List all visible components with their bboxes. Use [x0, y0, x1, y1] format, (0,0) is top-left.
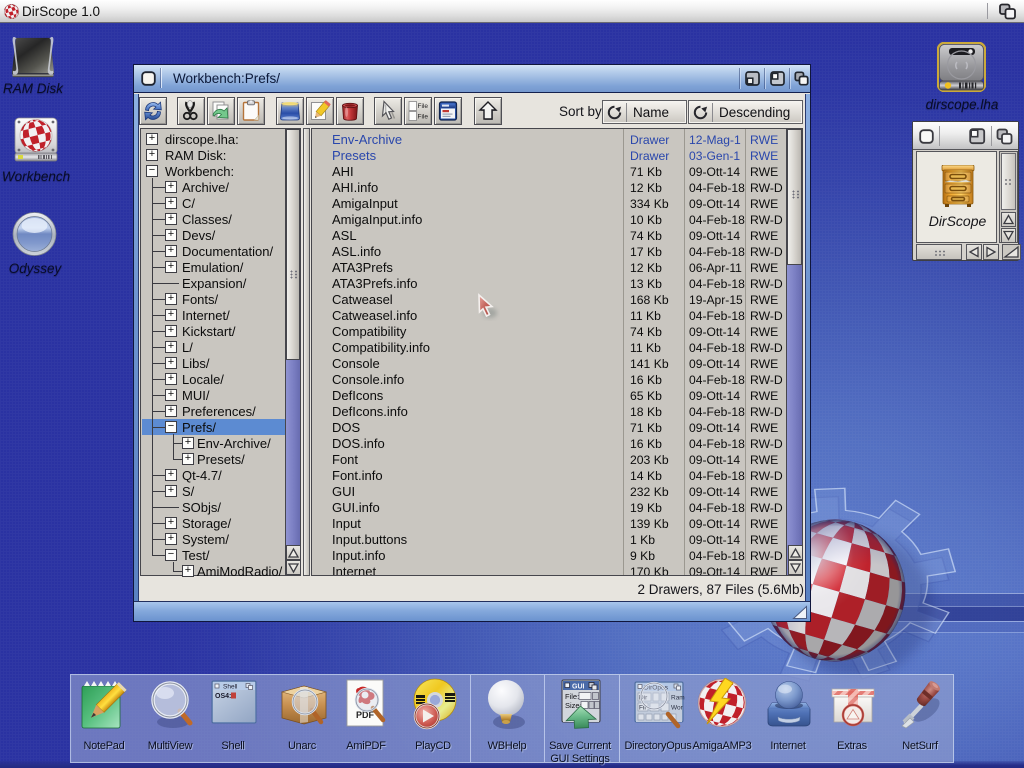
svg-text:GUI: GUI [572, 684, 585, 691]
svg-text:OS4:: OS4: [215, 693, 231, 700]
svg-text:File: File [418, 103, 429, 110]
svg-text:Wor: Wor [671, 705, 684, 712]
svg-text:File:: File: [565, 692, 579, 701]
svg-text:File: File [418, 114, 429, 121]
svg-text:Shell: Shell [223, 684, 238, 691]
svg-text:Ram: Ram [671, 695, 685, 702]
